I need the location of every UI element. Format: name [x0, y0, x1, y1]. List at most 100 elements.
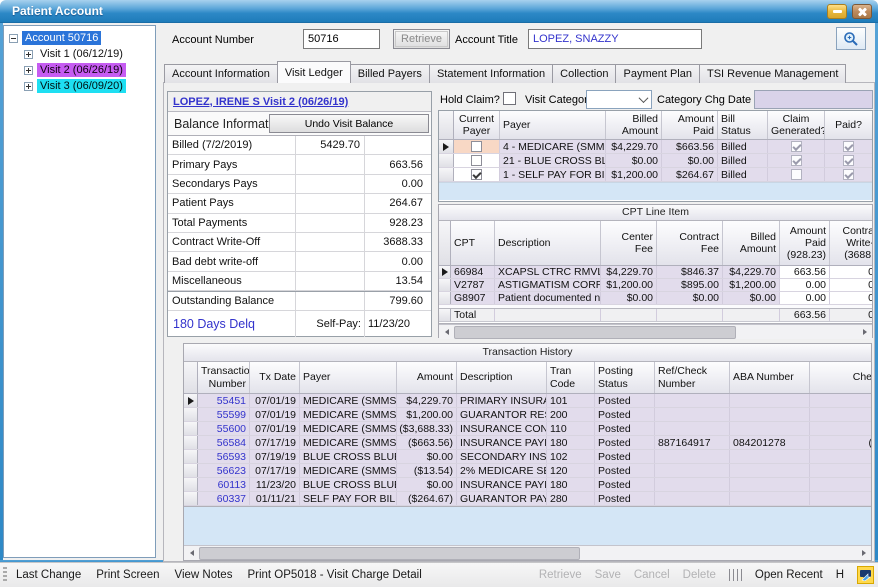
cell-current_payer[interactable]	[454, 168, 500, 181]
table-row[interactable]: 1 - SELF PAY FOR BILLIN$1,200.00$264.67B…	[439, 168, 872, 182]
tree-item-visit-2-06-26-19[interactable]: Visit 2 (06/26/19)	[4, 62, 155, 78]
row-header-cell	[439, 279, 451, 291]
column-header-number[interactable]: Transaction Number	[198, 362, 250, 393]
help-button[interactable]: H	[836, 569, 844, 581]
cell-claim_generated[interactable]	[768, 168, 825, 181]
column-header-amount_paid[interactable]: Amount Paid (928.23)	[780, 221, 830, 265]
tree-item-account-50716[interactable]: Account 50716	[4, 30, 155, 46]
table-row[interactable]: 5559907/01/19MEDICARE (SMMS0)(4$1,200.00…	[184, 408, 871, 422]
column-header-billed_amount[interactable]: Billed Amount	[606, 111, 662, 139]
scroll-left-arrow[interactable]	[439, 325, 454, 339]
column-header-posting_status[interactable]: Posting Status	[595, 362, 655, 393]
tab-statement-information[interactable]: Statement Information	[429, 64, 553, 83]
statusbar-print-screen[interactable]: Print Screen	[96, 569, 159, 581]
column-header-contract_fee[interactable]: Contract Fee	[657, 221, 723, 265]
table-row[interactable]: 5545107/01/19MEDICARE (SMMS0)(4$4,229.70…	[184, 394, 871, 408]
tab-tsi-revenue-management[interactable]: TSI Revenue Management	[699, 64, 846, 83]
payer-grid-empty-area	[439, 182, 872, 200]
table-row[interactable]: 5560007/01/19MEDICARE (SMMS0)(4($3,688.3…	[184, 422, 871, 436]
cell-current_payer[interactable]	[454, 154, 500, 167]
column-header-write_off[interactable]: Contra Write- (3688.	[830, 221, 872, 265]
category-chg-date-input[interactable]	[754, 90, 873, 109]
column-header-tran_code[interactable]: Tran Code	[547, 362, 595, 393]
table-row[interactable]: 4 - MEDICARE (SMMS0)$4,229.70$663.56Bill…	[439, 140, 872, 154]
tab-collection[interactable]: Collection	[552, 64, 616, 83]
cell-current_payer[interactable]	[454, 140, 500, 153]
tab-payment-plan[interactable]: Payment Plan	[615, 64, 699, 83]
scroll-right-arrow[interactable]	[856, 546, 871, 560]
cell-claim_generated[interactable]	[768, 140, 825, 153]
column-header-aba[interactable]: ABA Number	[730, 362, 810, 393]
scroll-right-arrow[interactable]	[857, 325, 872, 339]
visit-category-select[interactable]	[586, 90, 652, 109]
tree-item-visit-3-06-09-20[interactable]: Visit 3 (06/09/20)	[4, 78, 155, 94]
column-header-center_fee[interactable]: Center Fee	[601, 221, 657, 265]
column-header-current_payer[interactable]: Current Payer	[454, 111, 500, 139]
statusbar-delete-disabled[interactable]: Delete	[683, 569, 716, 581]
current-row-marker-icon	[443, 143, 449, 151]
tab-visit-ledger[interactable]: Visit Ledger	[277, 61, 351, 83]
tree-item-label: Visit 2 (06/26/19)	[37, 63, 126, 77]
table-row[interactable]: V2787ASTIGMATISM CORREC$1,200.00$895.00$…	[439, 279, 872, 292]
tree-item-visit-1-06-12-19[interactable]: Visit 1 (06/12/19)	[4, 46, 155, 62]
cell-paid[interactable]	[825, 154, 873, 167]
column-header-amount[interactable]: Amount	[397, 362, 457, 393]
statusbar-save-disabled[interactable]: Save	[595, 569, 621, 581]
column-header-billed_amount[interactable]: Billed Amount	[723, 221, 780, 265]
column-header-bill_status[interactable]: Bill Status	[718, 111, 768, 139]
account-title-input[interactable]	[528, 29, 702, 49]
cpt-scroll-track[interactable]	[454, 326, 857, 339]
column-header-cpt[interactable]: CPT	[451, 221, 495, 265]
remote-support-icon[interactable]	[857, 566, 874, 584]
checkbox-icon	[791, 155, 802, 166]
statusbar-cancel-disabled[interactable]: Cancel	[634, 569, 670, 581]
statusbar-view-notes[interactable]: View Notes	[175, 569, 233, 581]
table-row[interactable]: 5659307/19/19BLUE CROSS BLUE SI$0.00SECO…	[184, 450, 871, 464]
cell-paid[interactable]	[825, 140, 873, 153]
minimize-button[interactable]	[827, 4, 847, 19]
table-row[interactable]: 6033701/11/21SELF PAY FOR BILLIN($264.67…	[184, 492, 871, 506]
tab-billed-payers[interactable]: Billed Payers	[350, 64, 430, 83]
balance-row-label: Outstanding Balance	[168, 292, 296, 309]
visit-link[interactable]: LOPEZ, IRENE S Visit 2 (06/26/19)	[173, 96, 348, 108]
column-header-payer[interactable]: Payer	[300, 362, 397, 393]
tree-expander-icon[interactable]	[24, 82, 33, 91]
account-number-input[interactable]	[303, 29, 380, 49]
cell-claim_generated[interactable]	[768, 154, 825, 167]
table-row[interactable]: 5662307/17/19MEDICARE (SMMS0)(4($13.54)2…	[184, 464, 871, 478]
transaction-scroll-track[interactable]	[199, 547, 856, 560]
tree-expander-icon[interactable]	[24, 50, 33, 59]
balance-row-label: Primary Pays	[168, 155, 296, 173]
column-header-payer[interactable]: Payer	[500, 111, 606, 139]
hold-claim-checkbox[interactable]	[503, 92, 516, 105]
column-header-ref_check[interactable]: Ref/Check Number	[655, 362, 730, 393]
statusbar-retrieve-disabled[interactable]: Retrieve	[539, 569, 582, 581]
column-header-claim_generated[interactable]: Claim Generated?	[768, 111, 825, 139]
undo-visit-balance-button[interactable]: Undo Visit Balance	[269, 114, 429, 133]
tree-expander-icon[interactable]	[9, 34, 18, 43]
table-row[interactable]: 66984XCAPSL CTRC RMVL IN$4,229.70$846.37…	[439, 266, 872, 279]
column-header-amount_paid[interactable]: Amount Paid	[662, 111, 718, 139]
column-header-paid[interactable]: Paid?	[825, 111, 873, 139]
close-button[interactable]	[852, 4, 872, 19]
titlebar[interactable]: Patient Account	[0, 0, 878, 23]
table-row[interactable]: 21 - BLUE CROSS BLUE$0.00$0.00Billed	[439, 154, 872, 168]
table-row[interactable]: 5658407/17/19MEDICARE (SMMS0)(4($663.56)…	[184, 436, 871, 450]
column-header-description[interactable]: Description	[495, 221, 601, 265]
statusbar-last-change[interactable]: Last Change	[16, 569, 81, 581]
scroll-left-arrow[interactable]	[184, 546, 199, 560]
column-header-description[interactable]: Description	[457, 362, 547, 393]
column-header-tx_date[interactable]: Tx Date	[250, 362, 300, 393]
transaction-scroll-thumb[interactable]	[199, 547, 580, 560]
search-button[interactable]	[836, 27, 866, 50]
column-header-che[interactable]: Che	[810, 362, 871, 393]
cpt-scroll-thumb[interactable]	[454, 326, 736, 339]
tree-expander-icon[interactable]	[24, 66, 33, 75]
table-row[interactable]: G8907Patient documented not t$0.00$0.00$…	[439, 292, 872, 305]
open-recent-button[interactable]: Open Recent	[755, 569, 823, 581]
statusbar-print-op5018-visit-charge-detail[interactable]: Print OP5018 - Visit Charge Detail	[247, 569, 421, 581]
retrieve-button[interactable]: Retrieve	[393, 29, 450, 49]
table-row[interactable]: 6011311/23/20BLUE CROSS BLUE SI$0.00INSU…	[184, 478, 871, 492]
tab-account-information[interactable]: Account Information	[164, 64, 278, 83]
cell-paid[interactable]	[825, 168, 873, 181]
